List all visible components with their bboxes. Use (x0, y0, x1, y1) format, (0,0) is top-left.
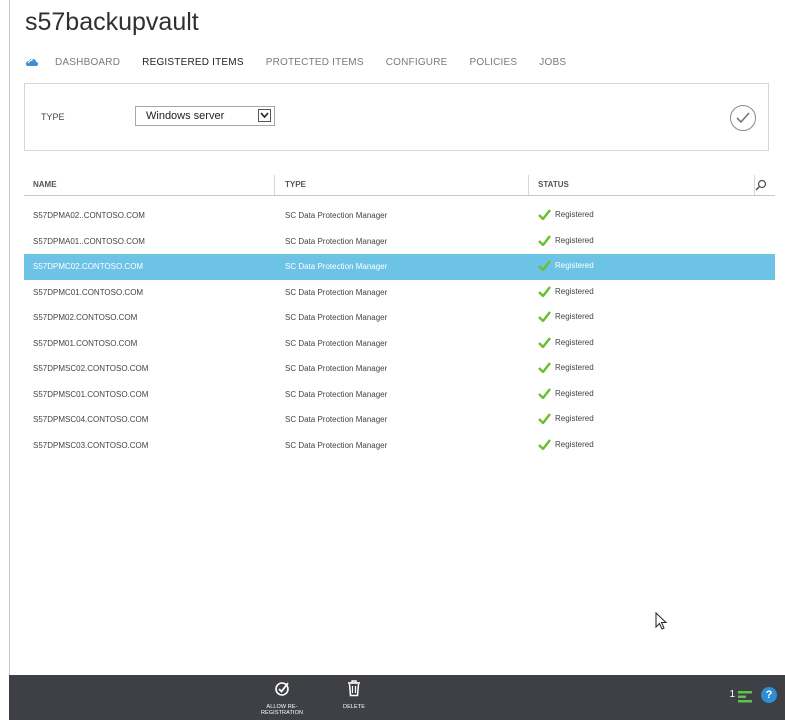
reregister-icon (274, 682, 289, 696)
checkmark-icon (538, 311, 551, 322)
page-title: s57backupvault (25, 8, 199, 36)
row-status: Registered (538, 209, 594, 220)
command-bar: ALLOW RE-REGISTRATION DELETE 1 ? (9, 675, 785, 720)
row-status: Registered (538, 438, 594, 450)
tab-configure[interactable]: CONFIGURE (386, 57, 448, 68)
type-select[interactable]: Windows server (135, 106, 275, 126)
table-row-selected[interactable]: S57DPMC02.CONTOSO.COM SC Data Protection… (24, 254, 775, 280)
status-text: Registered (555, 210, 594, 219)
search-icon[interactable] (755, 179, 767, 191)
row-status: Registered (538, 260, 594, 271)
delete-button[interactable]: DELETE (334, 680, 374, 710)
filter-panel: TYPE Windows server (24, 83, 769, 151)
row-status: Registered (538, 234, 594, 246)
row-type: SC Data Protection Manager (285, 287, 388, 297)
row-status: Registered (538, 336, 594, 348)
status-text: Registered (555, 388, 594, 398)
trash-icon (348, 680, 360, 697)
row-name: S57DPMA01..CONTOSO.COM (33, 236, 145, 246)
table-row[interactable]: S57DPMSC04.CONTOSO.COM SC Data Protectio… (24, 407, 775, 433)
table-row[interactable]: S57DPMA01..CONTOSO.COM SC Data Protectio… (24, 229, 775, 255)
table-row[interactable]: S57DPM01.CONTOSO.COM SC Data Protection … (24, 331, 775, 357)
status-text: Registered (555, 337, 594, 347)
column-header-type[interactable]: TYPE (285, 180, 306, 189)
checkmark-icon (538, 260, 551, 271)
row-type: SC Data Protection Manager (285, 313, 388, 322)
cloud-icon (26, 57, 38, 66)
checkmark-circle-icon (736, 112, 750, 124)
checkmark-icon (538, 438, 551, 450)
row-type: SC Data Protection Manager (285, 440, 388, 450)
row-status: Registered (538, 311, 594, 322)
checkmark-icon (538, 209, 551, 220)
table-row[interactable]: S57DPMSC03.CONTOSO.COM SC Data Protectio… (24, 433, 775, 459)
tab-protected-items[interactable]: PROTECTED ITEMS (266, 57, 364, 68)
tab-policies[interactable]: POLICIES (470, 57, 518, 68)
row-name: S57DPMSC02.CONTOSO.COM (33, 364, 149, 373)
registered-items-table: NAME TYPE STATUS S57DPMA02..CONTOSO.COM … (24, 175, 775, 458)
table-row[interactable]: S57DPMSC01.CONTOSO.COM SC Data Protectio… (24, 382, 775, 408)
status-text: Registered (555, 261, 594, 270)
column-header-name[interactable]: NAME (33, 180, 57, 189)
row-name: S57DPMSC01.CONTOSO.COM (33, 389, 149, 399)
checkmark-icon (538, 285, 551, 297)
checkmark-icon (538, 362, 551, 373)
row-type: SC Data Protection Manager (285, 236, 388, 246)
row-name: S57DPMC02.CONTOSO.COM (33, 262, 144, 271)
status-text: Registered (555, 439, 594, 449)
column-header-status[interactable]: STATUS (538, 180, 569, 189)
allow-reregistration-button[interactable]: ALLOW RE-REGISTRATION (252, 680, 312, 716)
delete-label: DELETE (343, 704, 365, 710)
row-name: S57DPMSC03.CONTOSO.COM (33, 440, 149, 450)
status-count[interactable]: 1 (729, 689, 735, 700)
row-name: S57DPMA02..CONTOSO.COM (33, 211, 145, 220)
type-select-value: Windows server (146, 110, 225, 122)
status-text: Registered (555, 286, 594, 296)
table-row[interactable]: S57DPMC01.CONTOSO.COM SC Data Protection… (24, 280, 775, 306)
row-name: S57DPMC01.CONTOSO.COM (33, 287, 144, 297)
table-row[interactable]: S57DPM02.CONTOSO.COM SC Data Protection … (24, 305, 775, 331)
status-text: Registered (555, 235, 594, 245)
table-row[interactable]: S57DPMSC02.CONTOSO.COM SC Data Protectio… (24, 356, 775, 382)
row-type: SC Data Protection Manager (285, 338, 388, 348)
checkmark-icon (538, 336, 551, 348)
column-divider (528, 175, 529, 195)
status-text: Registered (555, 363, 594, 372)
vault-nav: DASHBOARD REGISTERED ITEMS PROTECTED ITE… (25, 53, 588, 71)
status-text: Registered (555, 312, 594, 321)
row-status: Registered (538, 413, 594, 424)
type-filter-label: TYPE (41, 112, 65, 122)
row-name: S57DPM01.CONTOSO.COM (33, 338, 138, 348)
column-divider (274, 175, 275, 195)
row-name: S57DPM02.CONTOSO.COM (33, 313, 138, 322)
mouse-cursor-icon (655, 612, 668, 630)
table-body: S57DPMA02..CONTOSO.COM SC Data Protectio… (24, 203, 775, 458)
row-status: Registered (538, 285, 594, 297)
table-row[interactable]: S57DPMA02..CONTOSO.COM SC Data Protectio… (24, 203, 775, 229)
row-status: Registered (538, 387, 594, 399)
progress-bars-icon[interactable] (738, 691, 752, 703)
checkmark-icon (538, 387, 551, 399)
tab-registered-items[interactable]: REGISTERED ITEMS (142, 57, 244, 68)
checkmark-icon (538, 234, 551, 246)
row-type: SC Data Protection Manager (285, 211, 388, 220)
allow-reregistration-label: ALLOW RE-REGISTRATION (260, 704, 304, 716)
row-name: S57DPMSC04.CONTOSO.COM (33, 415, 149, 424)
row-type: SC Data Protection Manager (285, 364, 388, 373)
row-type: SC Data Protection Manager (285, 415, 388, 424)
help-icon[interactable]: ? (761, 687, 777, 703)
row-status: Registered (538, 362, 594, 373)
row-type: SC Data Protection Manager (285, 389, 388, 399)
chevron-down-icon[interactable] (258, 109, 271, 122)
apply-filter-button[interactable] (730, 105, 756, 131)
tab-dashboard[interactable]: DASHBOARD (55, 57, 120, 68)
checkmark-icon (538, 413, 551, 424)
status-text: Registered (555, 414, 594, 423)
row-type: SC Data Protection Manager (285, 262, 388, 271)
table-header: NAME TYPE STATUS (24, 175, 775, 196)
tab-jobs[interactable]: JOBS (539, 57, 566, 68)
